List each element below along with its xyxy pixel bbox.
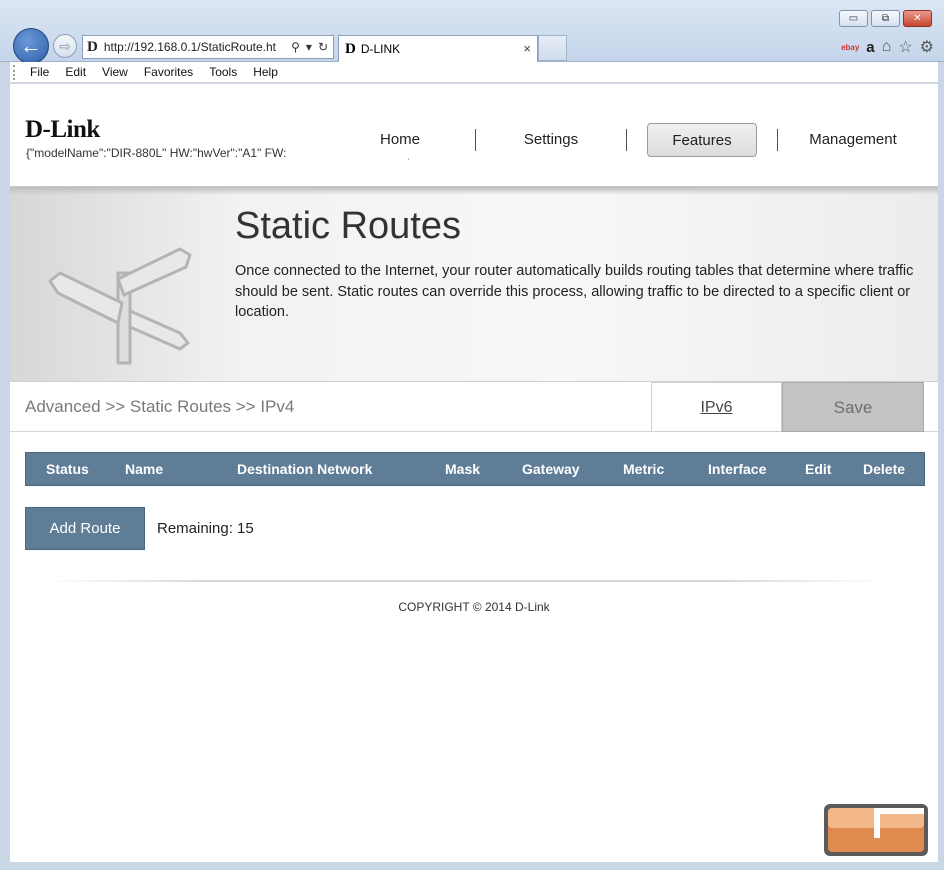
col-name: Name — [125, 461, 164, 477]
browser-tab[interactable]: D D-LINK × — [338, 35, 538, 62]
home-icon[interactable]: ⌂ — [882, 38, 892, 56]
col-status: Status — [46, 461, 89, 477]
routes-table-header: Status Name Destination Network Mask Gat… — [25, 452, 925, 486]
gear-icon[interactable]: ⚙ — [920, 37, 934, 57]
tab-title: D-LINK — [360, 42, 401, 56]
back-arrow-icon[interactable]: ← — [13, 28, 49, 64]
address-url[interactable]: http://192.168.0.1/StaticRoute.ht — [104, 40, 291, 54]
ebay-icon[interactable]: ebay — [841, 43, 859, 52]
footer-divider — [45, 580, 885, 582]
dlink-favicon-icon: D — [87, 38, 98, 55]
nav-settings[interactable]: Settings — [476, 123, 626, 157]
dlink-logo: D-Link — [25, 116, 100, 143]
col-gateway: Gateway — [522, 461, 580, 477]
nav-features[interactable]: Features — [647, 123, 757, 157]
menu-tools[interactable]: Tools — [209, 65, 237, 79]
copyright-text: COPYRIGHT © 2014 D-Link — [398, 600, 550, 614]
watermark-logo — [824, 804, 928, 856]
menu-help[interactable]: Help — [253, 65, 278, 79]
hero-shadow — [10, 187, 938, 195]
amazon-icon[interactable]: a — [866, 39, 874, 56]
page-content: D-Link {"modelName":"DIR-880L" HW:"hwVer… — [10, 84, 938, 862]
ipv6-link[interactable]: IPv6 — [651, 382, 782, 432]
star-icon[interactable]: ☆ — [898, 37, 912, 57]
tab-close-icon[interactable]: × — [523, 41, 531, 56]
menu-grip — [13, 65, 15, 80]
col-delete: Delete — [863, 461, 906, 477]
forward-arrow-icon[interactable]: ⇨ — [53, 34, 77, 58]
nav-home[interactable]: Home — [325, 123, 475, 157]
col-mask: Mask — [445, 461, 481, 477]
search-icon[interactable]: ⚲ — [291, 40, 300, 54]
toolbar-icons: ebay a ⌂ ☆ ⚙ — [841, 37, 934, 57]
col-interface: Interface — [708, 461, 767, 477]
restore-button[interactable]: ⧉ — [871, 10, 900, 27]
new-tab-button[interactable] — [538, 35, 567, 61]
close-window-button[interactable]: ✕ — [903, 10, 932, 27]
minimize-button[interactable]: ▭ — [839, 10, 868, 27]
add-route-button[interactable]: Add Route — [25, 507, 145, 550]
browser-chrome: ▭ ⧉ ✕ ← ⇨ D http://192.168.0.1/StaticRou… — [0, 0, 944, 64]
col-metric: Metric — [623, 461, 665, 477]
breadcrumb-bar: Advanced >> Static Routes >> IPv4 IPv6 S… — [10, 382, 938, 432]
signpost-icon — [48, 247, 192, 365]
model-info: {"modelName":"DIR-880L" HW:"hwVer":"A1" … — [26, 146, 287, 160]
menu-bar: File Edit View Favorites Tools Help — [10, 62, 938, 83]
main-nav: Home Settings Features Management — [325, 123, 928, 157]
hero-banner: Static Routes Once connected to the Inte… — [10, 186, 938, 382]
refresh-icon[interactable]: ↻ — [318, 40, 328, 54]
dropdown-arrow-icon[interactable]: ▾ — [306, 40, 312, 54]
window-controls: ▭ ⧉ ✕ — [839, 10, 932, 27]
breadcrumb: Advanced >> Static Routes >> IPv4 — [25, 397, 295, 416]
nav-divider — [626, 129, 627, 151]
menu-view[interactable]: View — [102, 65, 128, 79]
dlink-favicon-icon: D — [345, 40, 356, 57]
col-destination-network: Destination Network — [237, 461, 373, 477]
router-header: D-Link {"modelName":"DIR-880L" HW:"hwVer… — [10, 84, 938, 186]
remaining-count: Remaining: 15 — [157, 520, 254, 537]
menu-file[interactable]: File — [30, 65, 49, 79]
address-bar[interactable]: D http://192.168.0.1/StaticRoute.ht ⚲ ▾ … — [82, 35, 334, 59]
menu-edit[interactable]: Edit — [65, 65, 86, 79]
col-edit: Edit — [805, 461, 832, 477]
nav-management[interactable]: Management — [778, 123, 928, 157]
page-title: Static Routes — [235, 205, 461, 247]
save-button[interactable]: Save — [782, 382, 924, 432]
page-description: Once connected to the Internet, your rou… — [235, 263, 914, 320]
menu-favorites[interactable]: Favorites — [144, 65, 193, 79]
